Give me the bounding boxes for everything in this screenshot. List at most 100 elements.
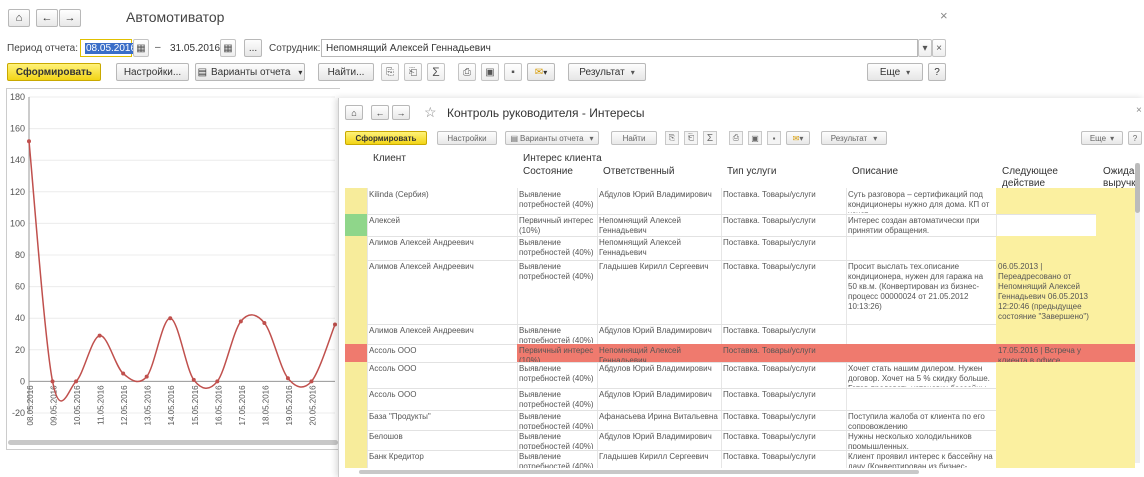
sub-result-label: Результат	[830, 133, 868, 143]
cell-state: Выявление потребностей (40%)	[519, 390, 594, 409]
cell-next-action	[996, 324, 1096, 344]
calendar-from-button[interactable]: ▦	[133, 39, 149, 57]
sub-paste-icon[interactable]: ⎗	[684, 131, 698, 145]
cell-responsible: Абдулов Юрий Владимирович	[599, 432, 712, 441]
sub-find-button[interactable]: Найти	[611, 131, 657, 145]
table-row[interactable]: Алексей Первичный интерес (10%) Непомнящий…	[345, 214, 1135, 236]
preview-icon[interactable]: ▣	[481, 63, 499, 81]
x-tick-label: 15.05.2016	[191, 385, 200, 426]
row-marker	[345, 430, 367, 450]
cell-next-action	[996, 388, 1096, 410]
date-from-value: 08.05.2016	[85, 42, 138, 54]
date-separator: –	[155, 42, 161, 53]
y-tick-label: 120	[10, 187, 25, 197]
row-marker	[345, 450, 367, 468]
report-grid: Клиент Интерес клиента Состояние Ответст…	[345, 150, 1135, 468]
table-row[interactable]: База "Продукты" Выявление потребностей (4…	[345, 410, 1135, 430]
employee-clear-button[interactable]: ×	[932, 39, 946, 57]
period-select-button[interactable]: ...	[244, 39, 262, 57]
table-row[interactable]: Алимов Алексей Андреевич Выявление потреб…	[345, 324, 1135, 344]
row-marker	[345, 236, 367, 260]
sub-result-button[interactable]: Результат ▾	[821, 131, 887, 145]
chevron-down-icon: ▾	[799, 133, 804, 143]
sub-variants-button[interactable]: ▤ Варианты отчета ▾	[505, 131, 599, 145]
cell-responsible: Абдулов Юрий Владимирович	[599, 190, 712, 199]
x-tick-label: 20.05.2016	[308, 385, 317, 426]
col-interest-header: Интерес клиента	[523, 153, 602, 164]
table-row[interactable]: Ассоль ООО Выявление потребностей (40%) Аб…	[345, 362, 1135, 388]
close-icon[interactable]: ×	[940, 8, 948, 23]
save-icon[interactable]: ▪	[504, 63, 522, 81]
employee-dropdown-button[interactable]: ▾	[918, 39, 932, 57]
grid-hscroll[interactable]	[359, 470, 919, 474]
sub-save-icon[interactable]: ▪	[767, 131, 781, 145]
sub-back-button[interactable]: ←	[371, 105, 389, 120]
table-row[interactable]: Банк Кредитор Выявление потребностей (40%…	[345, 450, 1135, 468]
sum-icon[interactable]: Σ	[427, 63, 445, 81]
cell-expected	[1096, 260, 1135, 324]
sub-preview-icon[interactable]: ▣	[748, 131, 762, 145]
grid-vscroll[interactable]	[1135, 163, 1140, 463]
cell-client: Алимов Алексей Андреевич	[369, 326, 474, 335]
cell-client: Банк Кредитор	[369, 452, 424, 461]
sub-help-button[interactable]: ?	[1128, 131, 1142, 145]
cell-client: Алимов Алексей Андреевич	[369, 238, 474, 247]
mail-icon: ✉	[534, 66, 544, 78]
cell-service-type: Поставка. Товары/услуги	[723, 262, 816, 271]
sub-close-icon[interactable]: ×	[1136, 105, 1142, 116]
chart-scrollbar[interactable]	[8, 440, 338, 445]
sub-home-button[interactable]: ⌂	[345, 105, 363, 120]
sub-print-icon[interactable]: ⎙	[729, 131, 743, 145]
cell-description	[848, 238, 994, 259]
sub-forward-button[interactable]: →	[392, 105, 410, 120]
cell-description	[848, 326, 994, 343]
data-point	[285, 376, 290, 381]
sub-mail-button[interactable]: ✉ ▾	[786, 131, 810, 145]
employee-field[interactable]: Непомнящий Алексей Геннадьевич	[321, 39, 918, 57]
sub-more-button[interactable]: Еще ▾	[1081, 131, 1123, 145]
find-button[interactable]: Найти...	[318, 63, 374, 81]
calendar-to-button[interactable]: ▦	[220, 39, 236, 57]
home-button[interactable]: ⌂	[8, 9, 30, 27]
col-client-header: Клиент	[373, 153, 406, 164]
table-row[interactable]: Алимов Алексей Андреевич Выявление потреб…	[345, 260, 1135, 324]
generate-button[interactable]: Сформировать	[7, 63, 101, 81]
more-button[interactable]: Еще	[867, 63, 923, 81]
table-row[interactable]: Ассоль ООО Первичный интерес (10%) Непомня…	[345, 344, 1135, 362]
grid-vscroll-thumb[interactable]	[1135, 163, 1140, 213]
cell-responsible: Абдулов Юрий Владимирович	[599, 326, 712, 335]
mail-button[interactable]: ✉ ▾	[527, 63, 555, 81]
cell-responsible: Гладышев Кирилл Сергеевич	[599, 452, 709, 461]
sub-copy-icon[interactable]: ⎘	[665, 131, 679, 145]
date-to-field[interactable]: 31.05.2016	[166, 39, 220, 57]
print-icon[interactable]: ⎙	[458, 63, 476, 81]
y-tick-label: 40	[15, 313, 25, 323]
help-button[interactable]: ?	[928, 63, 946, 81]
cell-expected	[1096, 324, 1135, 344]
period-label: Период отчета:	[7, 43, 79, 54]
paste-icon[interactable]: ⎗	[404, 63, 422, 81]
date-from-field[interactable]: 08.05.2016	[80, 39, 138, 57]
table-row[interactable]: Ассоль ООО Выявление потребностей (40%) Аб…	[345, 388, 1135, 410]
cell-client: Kilinda (Сербия)	[369, 190, 429, 199]
star-icon[interactable]: ☆	[424, 104, 437, 121]
table-row[interactable]: Белошов Выявление потребностей (40%) Абдул…	[345, 430, 1135, 450]
data-point	[144, 374, 149, 379]
result-button[interactable]: Результат	[568, 63, 646, 81]
sub-settings-button[interactable]: Настройки	[437, 131, 497, 145]
back-button[interactable]: ←	[36, 9, 58, 27]
chevron-down-icon: ▾	[922, 42, 928, 54]
forward-button[interactable]: →	[59, 9, 81, 27]
cell-service-type: Поставка. Товары/услуги	[721, 344, 846, 362]
variants-button[interactable]: ▤ Варианты отчета ▾	[195, 63, 305, 81]
settings-button[interactable]: Настройки...	[116, 63, 189, 81]
interests-window: ⌂ ← → ☆ Контроль руководителя - Интересы…	[338, 98, 1144, 477]
cell-next-action	[996, 450, 1096, 468]
copy-icon[interactable]: ⎘	[381, 63, 399, 81]
table-row[interactable]: Алимов Алексей Андреевич Выявление потреб…	[345, 236, 1135, 260]
col-responsible-header: Ответственный	[603, 166, 675, 177]
sub-generate-button[interactable]: Сформировать	[345, 131, 427, 145]
sub-sum-icon[interactable]: Σ	[703, 131, 717, 145]
table-row[interactable]: Kilinda (Сербия) Выявление потребностей (…	[345, 188, 1135, 214]
cell-state: Выявление потребностей (40%)	[519, 364, 594, 383]
